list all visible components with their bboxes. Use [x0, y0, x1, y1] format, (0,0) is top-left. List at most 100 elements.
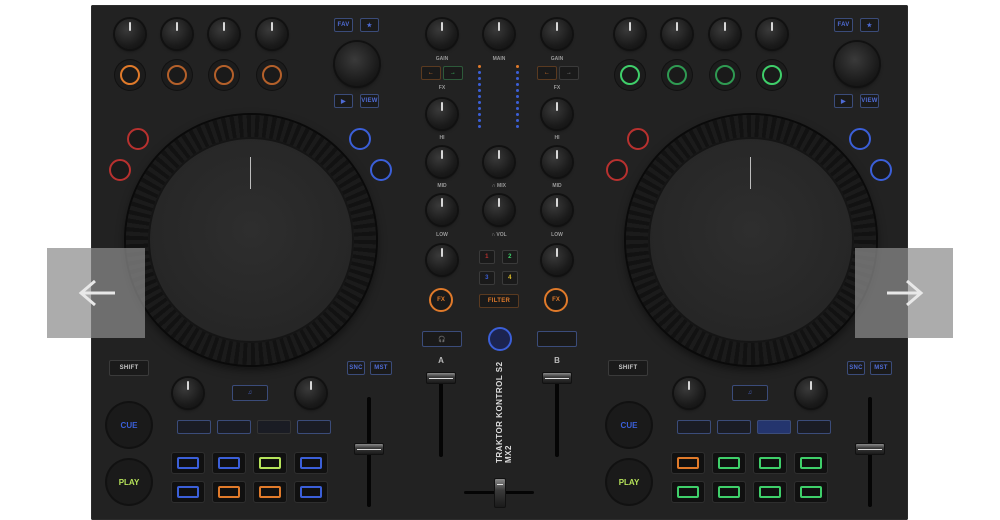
right-fx-knob-1[interactable]: [615, 19, 645, 49]
prev-button[interactable]: [47, 248, 145, 338]
right-fx-knob-2[interactable]: [662, 19, 692, 49]
low-knob-right[interactable]: [542, 245, 572, 275]
fx-button-2[interactable]: [162, 60, 192, 90]
right-mode-button-4[interactable]: [797, 420, 831, 434]
right-sync-button[interactable]: SNC: [847, 361, 865, 375]
right-pad-4[interactable]: [794, 452, 828, 474]
right-browse-knob[interactable]: [835, 42, 879, 86]
fx-knob-1[interactable]: [115, 19, 145, 49]
master-button[interactable]: MST: [370, 361, 392, 375]
headphone-cue-left[interactable]: 🎧: [422, 331, 462, 347]
note-button[interactable]: ♫: [232, 385, 268, 401]
loop-move-knob[interactable]: [173, 378, 203, 408]
headphone-cue-right[interactable]: [537, 331, 577, 347]
fx-knob-left[interactable]: [427, 99, 457, 129]
right-mode-button-1[interactable]: [677, 420, 711, 434]
fx-button-4[interactable]: [257, 60, 287, 90]
low-knob-left[interactable]: [427, 245, 457, 275]
cue-button[interactable]: CUE: [107, 403, 151, 447]
pad-7[interactable]: [253, 481, 287, 503]
loop-size-knob[interactable]: [296, 378, 326, 408]
right-pad-7[interactable]: [753, 481, 787, 503]
left-arrow-right[interactable]: ←: [537, 66, 557, 80]
next-button[interactable]: [855, 248, 953, 338]
browse-knob[interactable]: [335, 42, 379, 86]
right-fx-button-1[interactable]: [615, 60, 645, 90]
right-fx-knob-3[interactable]: [710, 19, 740, 49]
right-master-button[interactable]: MST: [870, 361, 892, 375]
pad-5[interactable]: [171, 481, 205, 503]
pad-2[interactable]: [212, 452, 246, 474]
pad-4[interactable]: [294, 452, 328, 474]
fx-knob-right[interactable]: [542, 99, 572, 129]
hi-knob-left[interactable]: [427, 147, 457, 177]
right-fx-button-4[interactable]: [757, 60, 787, 90]
mid-knob-left[interactable]: [427, 195, 457, 225]
fav-button[interactable]: FAV: [334, 18, 353, 32]
fx-knob-2[interactable]: [162, 19, 192, 49]
right-load-button[interactable]: [627, 128, 649, 150]
mode-button-2[interactable]: [217, 420, 251, 434]
fx-button-left[interactable]: FX: [429, 288, 453, 312]
sync-button[interactable]: SNC: [347, 361, 365, 375]
pad-1[interactable]: [171, 452, 205, 474]
right-play-button[interactable]: PLAY: [607, 460, 651, 504]
tt-button[interactable]: [349, 128, 371, 150]
play-button[interactable]: PLAY: [107, 460, 151, 504]
right-arrow-left[interactable]: →: [443, 66, 463, 80]
right-mode-button-2[interactable]: [717, 420, 751, 434]
mixer-pad-1[interactable]: 1: [479, 250, 495, 264]
fx-knob-3[interactable]: [209, 19, 239, 49]
right-fx-button-3[interactable]: [710, 60, 740, 90]
channel-b-fader[interactable]: [542, 372, 572, 384]
right-fx-knob-4[interactable]: [757, 19, 787, 49]
mid-knob-right[interactable]: [542, 195, 572, 225]
load-button[interactable]: [127, 128, 149, 150]
gain-knob-left[interactable]: [427, 19, 457, 49]
fx-button-1[interactable]: [115, 60, 145, 90]
fx-button-3[interactable]: [209, 60, 239, 90]
mode-button-1[interactable]: [177, 420, 211, 434]
right-jog-wheel[interactable]: [626, 115, 876, 365]
pad-3[interactable]: [253, 452, 287, 474]
gain-knob-right[interactable]: [542, 19, 572, 49]
mode-button-3[interactable]: [257, 420, 291, 434]
right-pitch-fader[interactable]: [855, 443, 885, 455]
right-view-button[interactable]: VIEW: [860, 94, 879, 108]
right-mode-button-3[interactable]: [757, 420, 791, 434]
play-preview-button[interactable]: ▶: [334, 94, 353, 108]
right-tt-button[interactable]: [849, 128, 871, 150]
right-pad-3[interactable]: [753, 452, 787, 474]
pad-6[interactable]: [212, 481, 246, 503]
right-pad-8[interactable]: [794, 481, 828, 503]
right-hotcue-button[interactable]: [606, 159, 628, 181]
right-cue-button[interactable]: CUE: [607, 403, 651, 447]
right-pad-5[interactable]: [671, 481, 705, 503]
filter-button[interactable]: FILTER: [479, 294, 519, 308]
shift-button[interactable]: SHIFT: [109, 360, 149, 376]
mixer-pad-4[interactable]: 4: [502, 271, 518, 285]
right-star-button[interactable]: ★: [860, 18, 879, 32]
left-pitch-fader[interactable]: [354, 443, 384, 455]
mixer-pad-3[interactable]: 3: [479, 271, 495, 285]
vol-knob[interactable]: [484, 195, 514, 225]
star-button[interactable]: ★: [360, 18, 379, 32]
main-knob[interactable]: [484, 19, 514, 49]
left-arrow-left[interactable]: ←: [421, 66, 441, 80]
right-pad-1[interactable]: [671, 452, 705, 474]
mix-knob[interactable]: [484, 147, 514, 177]
fx-knob-4[interactable]: [257, 19, 287, 49]
right-loop-size-knob[interactable]: [796, 378, 826, 408]
right-loop-move-knob[interactable]: [674, 378, 704, 408]
channel-a-fader[interactable]: [426, 372, 456, 384]
hotcue-button[interactable]: [109, 159, 131, 181]
right-keylock-button[interactable]: [870, 159, 892, 181]
right-pad-6[interactable]: [712, 481, 746, 503]
hi-knob-right[interactable]: [542, 147, 572, 177]
right-fx-button-2[interactable]: [662, 60, 692, 90]
right-fav-button[interactable]: FAV: [834, 18, 853, 32]
pad-8[interactable]: [294, 481, 328, 503]
right-play-preview-button[interactable]: ▶: [834, 94, 853, 108]
mode-button-4[interactable]: [297, 420, 331, 434]
right-pad-2[interactable]: [712, 452, 746, 474]
